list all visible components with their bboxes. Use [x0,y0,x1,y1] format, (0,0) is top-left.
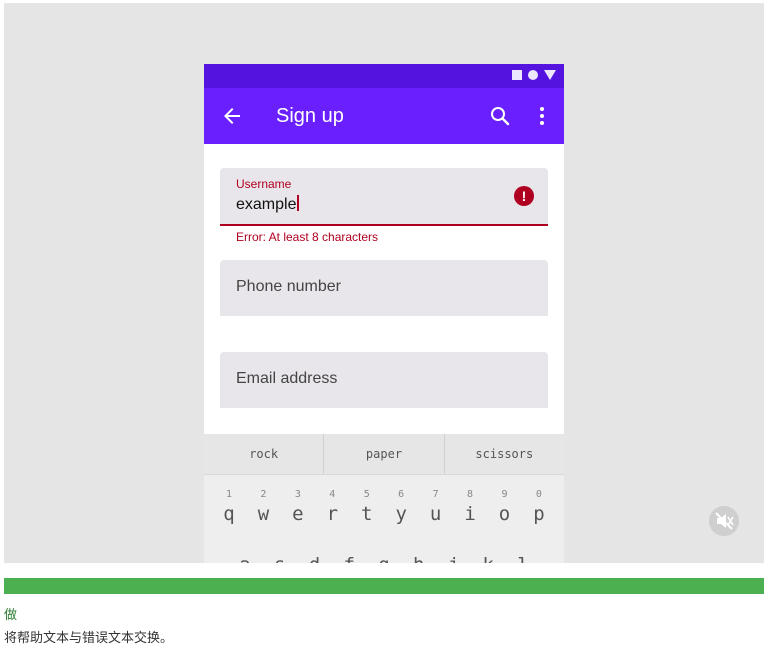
square-icon [512,70,522,80]
more-vert-icon[interactable] [530,104,554,128]
key-k[interactable]: k [471,554,505,563]
email-field[interactable]: Email address [220,352,548,408]
username-field[interactable]: Username example ! [220,168,548,226]
key-d[interactable]: d [298,554,332,563]
phone-placeholder: Phone number [236,278,341,295]
key-e[interactable]: 3e [281,489,315,525]
suggestion-rock[interactable]: rock [204,434,325,474]
username-value: example [236,195,300,214]
circle-icon [528,70,538,80]
suggestion-scissors[interactable]: scissors [445,434,564,474]
soft-keyboard: rock paper scissors 1q 2w 3e 4r 5t 6y 7u… [204,434,564,563]
suggestion-paper[interactable]: paper [324,434,445,474]
key-y[interactable]: 6y [384,489,418,525]
email-placeholder: Email address [236,370,338,387]
back-arrow-icon[interactable] [220,104,244,128]
app-bar: Sign up [204,88,564,144]
key-r[interactable]: 4r [315,489,349,525]
do-label: 做 [4,607,18,622]
key-p[interactable]: 0p [522,489,556,525]
error-icon: ! [514,186,534,206]
key-row-1: 1q 2w 3e 4r 5t 6y 7u 8i 9o 0p [212,489,556,525]
status-icons [512,70,556,80]
key-f[interactable]: f [332,554,366,563]
key-j[interactable]: j [437,554,471,563]
key-q[interactable]: 1q [212,489,246,525]
do-indicator-bar [4,578,764,594]
page-title: Sign up [276,105,344,127]
text-cursor [297,195,300,211]
mute-icon[interactable] [709,506,739,536]
key-s[interactable]: s [263,554,297,563]
error-helper-text: Error: At least 8 characters [236,230,379,244]
key-row-2: a s d f g h j k l [228,554,540,563]
status-bar [204,64,564,88]
key-t[interactable]: 5t [350,489,384,525]
key-h[interactable]: h [402,554,436,563]
key-u[interactable]: 7u [419,489,453,525]
phone-screen: Sign up Username example ! Error: At lea… [204,64,564,563]
key-w[interactable]: 2w [246,489,280,525]
key-i[interactable]: 8i [453,489,487,525]
key-o[interactable]: 9o [488,489,522,525]
triangle-icon [544,70,556,80]
key-a[interactable]: a [228,554,262,563]
demo-stage: Sign up Username example ! Error: At lea… [4,3,764,563]
guideline-description: 将帮助文本与错误文本交换。 [4,630,174,645]
key-l[interactable]: l [506,554,540,563]
suggestion-strip: rock paper scissors [204,434,564,475]
phone-field[interactable]: Phone number [220,260,548,316]
username-label: Username [236,177,292,191]
key-g[interactable]: g [367,554,401,563]
search-icon[interactable] [488,104,512,128]
